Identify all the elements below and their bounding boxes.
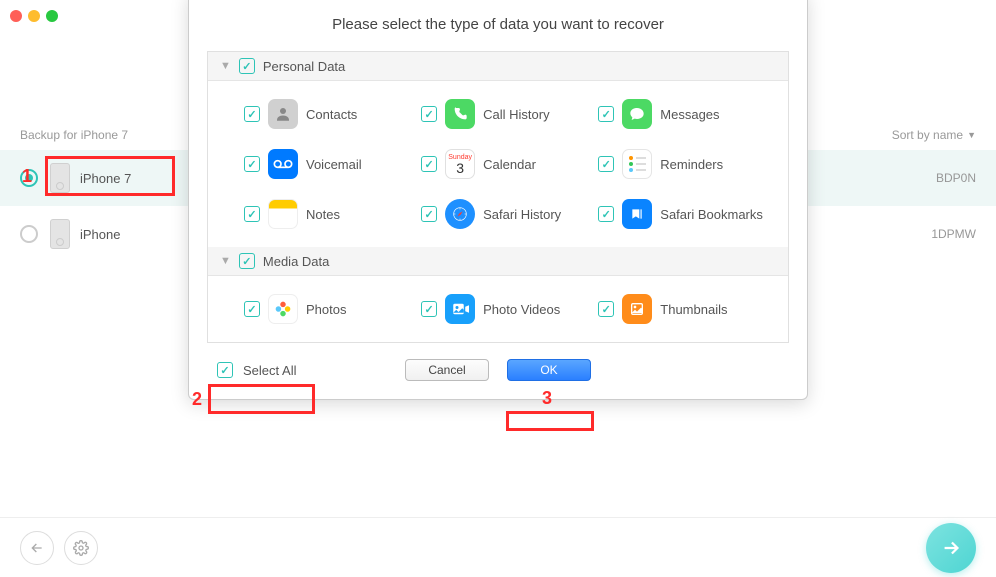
data-item-notes[interactable]: Notes: [244, 189, 421, 239]
item-label: Photos: [306, 302, 346, 317]
checkbox-icon[interactable]: [244, 206, 260, 222]
checkbox-icon[interactable]: [244, 156, 260, 172]
checkbox-icon[interactable]: [421, 106, 437, 122]
checkbox-icon[interactable]: [421, 206, 437, 222]
data-item-calendar[interactable]: Sunday3 Calendar: [421, 139, 598, 189]
category-header-personal[interactable]: ▼ Personal Data: [208, 52, 788, 81]
contacts-icon: [268, 99, 298, 129]
data-item-messages[interactable]: Messages: [598, 89, 775, 139]
category-name: Media Data: [263, 254, 329, 269]
phone-icon: [50, 219, 70, 249]
backup-list-title: Backup for iPhone 7: [20, 128, 128, 142]
next-button[interactable]: [926, 523, 976, 573]
checkbox-icon[interactable]: [239, 253, 255, 269]
item-label: Reminders: [660, 157, 723, 172]
checkbox-icon[interactable]: [598, 206, 614, 222]
checkbox-icon[interactable]: [239, 58, 255, 74]
item-label: Notes: [306, 207, 340, 222]
radio-icon[interactable]: [20, 225, 38, 243]
photo-videos-icon: [445, 294, 475, 324]
checkbox-icon[interactable]: [244, 301, 260, 317]
checkbox-icon[interactable]: [244, 106, 260, 122]
item-label: Safari Bookmarks: [660, 207, 763, 222]
checkbox-icon[interactable]: [598, 301, 614, 317]
item-label: Safari History: [483, 207, 561, 222]
calendar-icon: Sunday3: [445, 149, 475, 179]
modal-title: Please select the type of data you want …: [207, 16, 789, 33]
messages-icon: [622, 99, 652, 129]
chevron-down-icon: ▼: [967, 130, 976, 140]
thumbnails-icon: [622, 294, 652, 324]
data-item-reminders[interactable]: Reminders: [598, 139, 775, 189]
data-item-thumbnails[interactable]: Thumbnails: [598, 284, 775, 334]
device-name: iPhone 7: [80, 171, 131, 186]
settings-button[interactable]: [64, 531, 98, 565]
annotation-box-3: [506, 411, 594, 431]
item-label: Calendar: [483, 157, 536, 172]
data-item-voicemail[interactable]: Voicemail: [244, 139, 421, 189]
category-box: ▼ Personal Data Contacts Call History: [207, 51, 789, 343]
data-item-safari-bookmarks[interactable]: Safari Bookmarks: [598, 189, 775, 239]
device-name: iPhone: [80, 227, 120, 242]
phone-icon: [50, 163, 70, 193]
annotation-number-2: 2: [192, 389, 202, 410]
checkbox-icon[interactable]: [598, 156, 614, 172]
notes-icon: [268, 199, 298, 229]
item-label: Call History: [483, 107, 549, 122]
bottom-toolbar: [0, 517, 996, 577]
minimize-icon[interactable]: [28, 10, 40, 22]
checkbox-icon[interactable]: [598, 106, 614, 122]
data-type-modal: Please select the type of data you want …: [188, 0, 808, 400]
checkbox-icon[interactable]: [217, 362, 233, 378]
category-header-media[interactable]: ▼ Media Data: [208, 247, 788, 276]
voicemail-icon: [268, 149, 298, 179]
device-id-suffix: 1DPMW: [931, 227, 976, 241]
annotation-number-3: 3: [542, 388, 552, 409]
photos-icon: [268, 294, 298, 324]
data-item-safari-history[interactable]: Safari History: [421, 189, 598, 239]
checkbox-icon[interactable]: [421, 156, 437, 172]
safari-icon: [445, 199, 475, 229]
phone-icon: [445, 99, 475, 129]
item-label: Thumbnails: [660, 302, 727, 317]
chevron-down-icon: ▼: [220, 255, 231, 267]
category-name: Personal Data: [263, 59, 345, 74]
data-item-call-history[interactable]: Call History: [421, 89, 598, 139]
chevron-down-icon: ▼: [220, 60, 231, 72]
item-label: Photo Videos: [483, 302, 560, 317]
select-all-label: Select All: [243, 363, 296, 378]
item-label: Contacts: [306, 107, 357, 122]
item-label: Voicemail: [306, 157, 362, 172]
zoom-icon[interactable]: [46, 10, 58, 22]
checkbox-icon[interactable]: [421, 301, 437, 317]
back-button[interactable]: [20, 531, 54, 565]
cancel-button[interactable]: Cancel: [405, 359, 489, 381]
reminders-icon: [622, 149, 652, 179]
select-all-checkbox[interactable]: Select All: [207, 360, 306, 380]
bookmark-icon: [622, 199, 652, 229]
close-icon[interactable]: [10, 10, 22, 22]
ok-button[interactable]: OK: [507, 359, 591, 381]
data-item-contacts[interactable]: Contacts: [244, 89, 421, 139]
annotation-number-1: 1: [22, 166, 32, 187]
window-controls: [10, 10, 58, 22]
device-id-suffix: BDP0N: [936, 171, 976, 185]
sort-dropdown[interactable]: Sort by name ▼: [892, 128, 976, 142]
data-item-photos[interactable]: Photos: [244, 284, 421, 334]
data-item-photo-videos[interactable]: Photo Videos: [421, 284, 598, 334]
item-label: Messages: [660, 107, 719, 122]
